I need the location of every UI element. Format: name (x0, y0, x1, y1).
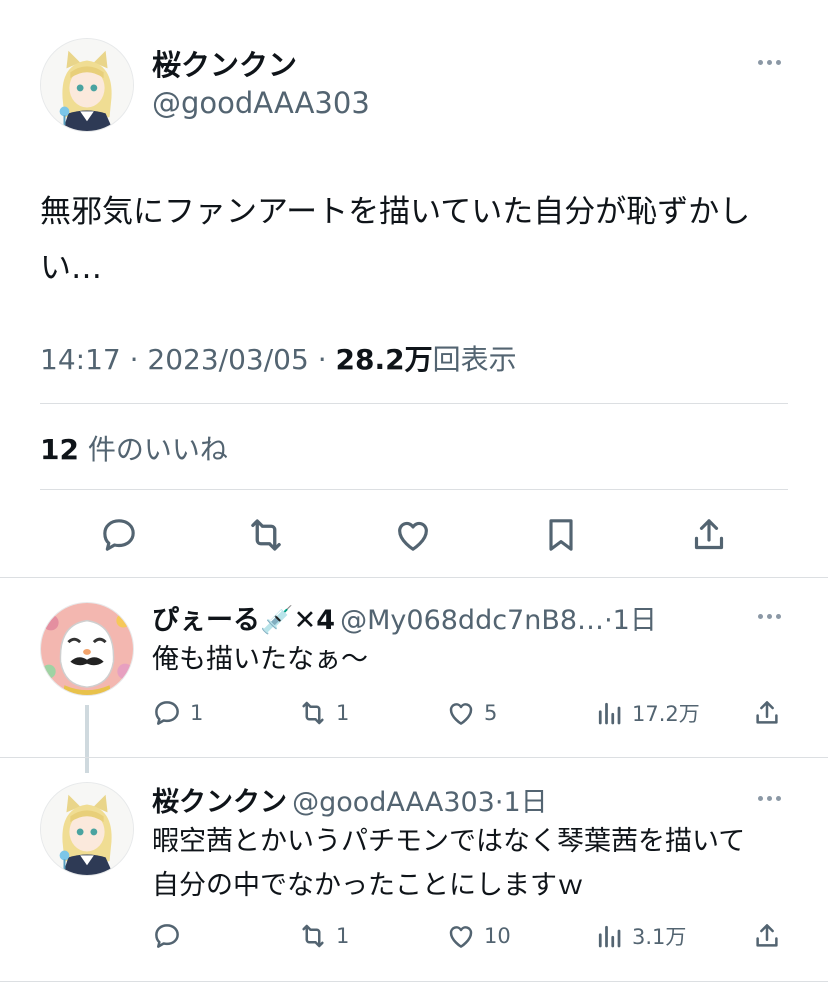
views-count: 28.2万 (335, 343, 433, 376)
tweet-date: 2023/03/05 (147, 343, 309, 376)
thread-line (85, 705, 89, 773)
tweet-text: 無邪気にファンアートを描いていた自分が恥ずかしい… (40, 194, 751, 286)
reply-icon (155, 924, 179, 948)
reply-like-button[interactable]: 10 (446, 921, 511, 951)
reply-text: 暇空茜とかいうパチモンではなく琴葉茜を描いて自分の中でなかったことにしますｗ (152, 826, 746, 901)
dot-icon (766, 59, 772, 65)
dot-icon (766, 613, 772, 619)
reply-text: 俺も描いたなぁ〜 (152, 644, 368, 675)
retweet-icon (251, 519, 281, 551)
dot-icon (775, 59, 781, 65)
likes-count: 12 (40, 433, 79, 466)
reply-author-name[interactable]: ぴぇーる💉✕4 (152, 605, 335, 636)
dot-icon (757, 59, 763, 65)
separator-dot: · (317, 343, 327, 376)
divider (40, 489, 788, 490)
bookmark-icon (549, 519, 573, 551)
view-count: 17.2万 (632, 702, 700, 726)
reply-count: 1 (190, 701, 204, 725)
reply-button[interactable] (96, 512, 142, 558)
retweet-icon (302, 924, 324, 948)
more-options-button[interactable] (752, 52, 786, 72)
dot-icon (775, 795, 781, 801)
author-handle[interactable]: @goodAAA303 (152, 86, 370, 120)
author-name[interactable]: 桜クンクン (152, 42, 297, 84)
reply-retweet-button[interactable]: 1 (298, 921, 349, 951)
divider (40, 403, 788, 404)
anime-avatar-icon (41, 39, 133, 131)
likes-summary[interactable]: 12 件のいいね (40, 428, 228, 468)
dot-icon (766, 795, 772, 801)
share-icon (756, 701, 778, 724)
tweet-meta: 14:17 · 2023/03/05 · 28.2万回表示 (40, 338, 517, 378)
share-button[interactable] (686, 512, 732, 558)
dot-icon (757, 613, 763, 619)
divider (0, 577, 828, 578)
character-avatar-icon (41, 603, 133, 695)
divider (0, 757, 828, 758)
reply-more-options-button[interactable] (752, 606, 786, 626)
heart-icon (398, 521, 428, 551)
like-count: 5 (484, 701, 498, 725)
reply-header: ぴぇーる💉✕4 @My068ddc7nB8…·1日 (152, 598, 657, 637)
reply-author-handle[interactable]: @My068ddc7nB8… (340, 605, 604, 636)
anime-avatar-icon (41, 783, 133, 875)
reply-time[interactable]: 1日 (613, 605, 657, 636)
retweet-count: 1 (336, 924, 350, 948)
reply-share-button[interactable] (752, 698, 782, 728)
like-button[interactable] (390, 512, 436, 558)
divider (0, 981, 828, 982)
reply-author-avatar[interactable] (40, 602, 134, 696)
reply-author-name[interactable]: 桜クンクン (152, 787, 287, 818)
retweet-icon (302, 701, 324, 725)
view-count: 3.1万 (632, 925, 687, 949)
reply-more-options-button[interactable] (752, 788, 786, 808)
retweet-button[interactable] (243, 512, 289, 558)
reply-author-handle[interactable]: @goodAAA303 (292, 787, 495, 818)
author-avatar[interactable] (40, 38, 134, 132)
reply-author-avatar[interactable] (40, 782, 134, 876)
separator-dot: · (129, 343, 139, 376)
reply-views-button[interactable]: 17.2万 (594, 698, 700, 728)
like-count: 10 (484, 924, 511, 948)
reply-like-button[interactable]: 5 (446, 698, 497, 728)
bookmark-button[interactable] (538, 512, 584, 558)
reply-retweet-button[interactable]: 1 (298, 698, 349, 728)
share-icon (694, 519, 724, 550)
heart-icon (449, 703, 473, 725)
separator-dot: · (604, 605, 613, 636)
reply-reply-button[interactable] (152, 921, 190, 951)
analytics-icon (598, 925, 621, 948)
heart-icon (449, 926, 473, 948)
reply-views-button[interactable]: 3.1万 (594, 921, 686, 951)
retweet-count: 1 (336, 701, 350, 725)
reply-icon (155, 701, 179, 725)
reply-reply-button[interactable]: 1 (152, 698, 203, 728)
dot-icon (775, 613, 781, 619)
reply-icon (103, 519, 135, 551)
reply-header: 桜クンクン @goodAAA303·1日 (152, 780, 548, 819)
tweet-time: 14:17 (40, 343, 121, 376)
share-icon (756, 924, 778, 947)
analytics-icon (598, 702, 621, 725)
reply-share-button[interactable] (752, 921, 782, 951)
likes-label: 件のいいね (87, 433, 228, 466)
reply-time[interactable]: 1日 (503, 787, 547, 818)
views-label: 回表示 (432, 343, 517, 376)
dot-icon (757, 795, 763, 801)
